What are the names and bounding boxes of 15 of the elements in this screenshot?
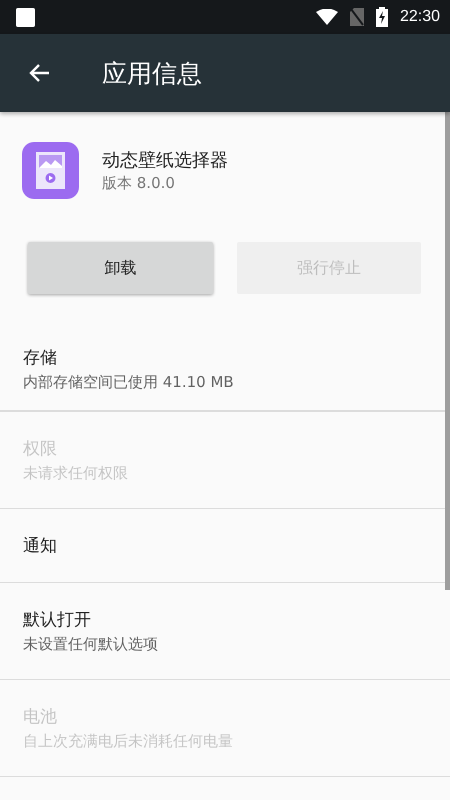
section-title[interactable]: 通知 <box>23 534 427 557</box>
app-version: 版本 8.0.0 <box>102 174 176 193</box>
clock-time: 22:30 <box>400 8 440 26</box>
screen-title: 应用信息 <box>102 58 202 90</box>
no-sim-icon <box>350 8 364 26</box>
wifi-icon <box>316 9 338 25</box>
section-summary: 未设置任何默认选项 <box>23 635 159 654</box>
app-name: 动态壁纸选择器 <box>102 149 228 172</box>
section-title[interactable]: 默认打开 <box>23 608 427 631</box>
battery-charging-icon <box>376 7 388 27</box>
action-button[interactable]: 卸载 <box>28 242 212 294</box>
section-summary: 内部存储空间已使用 41.10 MB <box>23 373 235 392</box>
notification-icon <box>16 8 35 26</box>
app-icon <box>22 142 79 199</box>
section-title[interactable]: 存储 <box>23 346 427 369</box>
